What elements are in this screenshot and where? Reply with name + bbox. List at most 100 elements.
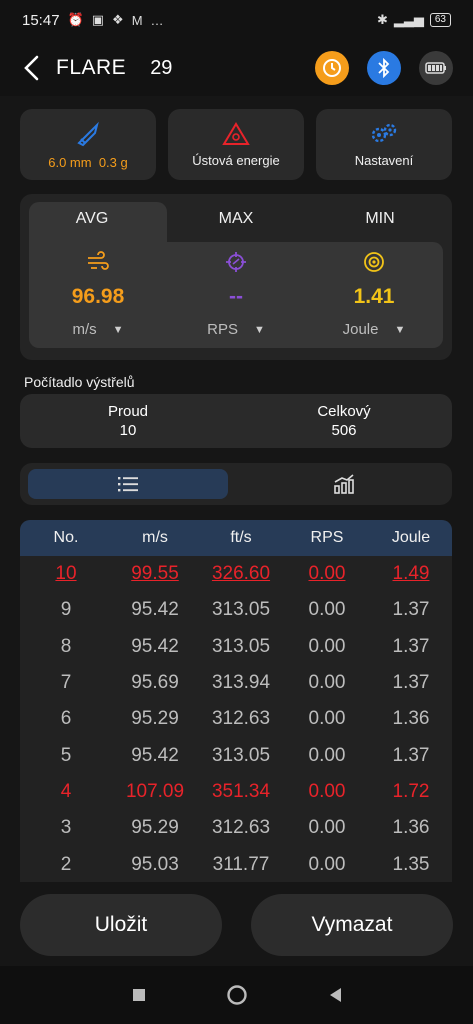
shot-count: 29 — [150, 56, 173, 79]
alarm-icon: ⏰ — [67, 12, 84, 27]
table-row[interactable]: 7 95.69 313.94 0.00 1.37 — [20, 665, 452, 701]
signal-icon: ▂▃▅ — [393, 12, 424, 27]
table-header: No. m/s ft/s RPS Joule — [20, 520, 452, 556]
clear-button[interactable]: Vymazat — [251, 894, 453, 956]
counter-total: Celkový 506 — [236, 394, 452, 448]
energy-tile[interactable]: Ústová energie — [168, 109, 304, 180]
rps-stat: -- RPS ▼ — [167, 242, 305, 348]
gears-icon — [371, 123, 397, 143]
table-row[interactable]: 6 95.29 312.63 0.00 1.36 — [20, 701, 452, 737]
save-button[interactable]: Uložit — [20, 894, 222, 956]
table-cell-rps: 0.00 — [308, 599, 346, 621]
table-row[interactable]: 9 95.42 313.05 0.00 1.37 — [20, 592, 452, 628]
energy-stat: 1.41 Joule ▼ — [305, 242, 443, 348]
table-cell-no: 3 — [60, 817, 72, 839]
table-cell-rps: 0.00 — [308, 672, 346, 694]
status-bar: 15:47 ⏰ ▣ ❖ M … ✱ ▂▃▅ 63 — [0, 0, 473, 40]
table-cell-no: 2 — [60, 853, 72, 875]
table-cell-fts: 311.77 — [212, 853, 270, 875]
list-view-button[interactable] — [28, 469, 228, 499]
table-cell-rps: 0.00 — [308, 780, 346, 802]
chevron-down-icon: ▼ — [112, 323, 124, 336]
energy-label: Ústová energie — [192, 153, 280, 168]
stats-values: 96.98 m/s ▼ -- RPS ▼ 1.41 Joule ▼ — [29, 242, 443, 348]
tab-min[interactable]: MIN — [308, 194, 452, 244]
back-nav-icon[interactable] — [328, 987, 342, 1003]
table-cell-fts: 313.05 — [211, 744, 271, 766]
table-cell-no: 10 — [55, 563, 77, 585]
table-cell-rps: 0.00 — [308, 817, 346, 839]
dropbox-icon: ❖ — [112, 12, 124, 27]
speed-stat: 96.98 m/s ▼ — [29, 242, 167, 348]
table-cell-joule: 1.36 — [392, 708, 430, 730]
timer-button[interactable] — [315, 51, 349, 85]
table-cell-ms: 95.29 — [131, 708, 179, 730]
list-icon — [118, 477, 138, 492]
table-cell-no: 5 — [60, 744, 72, 766]
table-cell-fts: 312.63 — [211, 817, 271, 839]
table-cell-rps: 0.00 — [308, 635, 346, 657]
more-notifications-icon: … — [150, 12, 164, 28]
table-cell-joule: 1.37 — [392, 672, 430, 694]
device-title: FLARE — [56, 56, 127, 79]
table-cell-joule: 1.36 — [392, 817, 430, 839]
timer-icon — [323, 59, 341, 77]
device-battery-button[interactable] — [419, 51, 453, 85]
speed-value: 96.98 — [71, 285, 125, 308]
status-time: 15:47 — [22, 11, 60, 29]
counter-title: Počítadlo výstřelů — [24, 374, 135, 390]
table-cell-no: 7 — [60, 672, 72, 694]
target-icon — [226, 252, 246, 272]
table-row[interactable]: 2 95.03 311.77 0.00 1.35 — [20, 846, 452, 882]
settings-label: Nastavení — [354, 153, 414, 168]
bullet-icon — [77, 121, 99, 147]
table-row[interactable]: 5 95.42 313.05 0.00 1.37 — [20, 737, 452, 773]
speed-unit-select[interactable]: m/s ▼ — [72, 321, 123, 338]
warning-triangle-icon — [222, 122, 250, 145]
table-body: 10 99.55 326.60 0.00 1.49 9 95.42 313.05 0.00 1.3… — [20, 556, 452, 882]
energy-icon — [364, 252, 384, 272]
table-row[interactable]: 3 95.29 312.63 0.00 1.36 — [20, 810, 452, 846]
wind-speed-icon — [88, 251, 109, 270]
table-cell-ms: 95.03 — [131, 853, 179, 875]
tab-max[interactable]: MAX — [164, 194, 308, 244]
home-icon[interactable] — [226, 984, 248, 1006]
table-row[interactable]: 4 107.09 351.34 0.00 1.72 — [20, 774, 452, 810]
table-cell-rps: 0.00 — [308, 853, 346, 875]
table-cell-ms: 95.42 — [131, 599, 179, 621]
table-cell-ms: 95.42 — [131, 635, 179, 657]
table-row[interactable]: 8 95.42 313.05 0.00 1.37 — [20, 629, 452, 665]
table-cell-fts: 326.60 — [211, 563, 271, 585]
recents-icon[interactable] — [132, 988, 146, 1002]
mail-icon: M — [131, 12, 143, 28]
table-cell-ms: 95.29 — [131, 817, 179, 839]
tab-avg[interactable]: AVG — [20, 194, 164, 244]
table-row[interactable]: 10 99.55 326.60 0.00 1.49 — [20, 556, 452, 592]
table-cell-no: 9 — [60, 599, 72, 621]
table-cell-joule: 1.35 — [392, 853, 430, 875]
table-cell-no: 6 — [60, 708, 72, 730]
table-cell-rps: 0.00 — [308, 708, 346, 730]
chart-view-button[interactable] — [244, 469, 444, 499]
table-cell-joule: 1.37 — [392, 599, 430, 621]
rps-value: -- — [229, 285, 243, 308]
table-cell-joule: 1.37 — [392, 744, 430, 766]
table-cell-joule: 1.37 — [392, 635, 430, 657]
column-header-rps: RPS — [310, 529, 344, 546]
view-toggle — [20, 463, 452, 505]
shots-table: No. m/s ft/s RPS Joule 10 99.55 326.60 0.00… — [20, 520, 452, 882]
rps-unit-select[interactable]: RPS ▼ — [207, 321, 265, 338]
table-cell-fts: 313.94 — [211, 672, 271, 694]
system-nav-bar — [0, 966, 473, 1024]
ammo-tile[interactable]: 6.0 mm 0.3 g — [20, 109, 156, 180]
energy-unit-select[interactable]: Joule ▼ — [343, 321, 406, 338]
settings-tile[interactable]: Nastavení — [316, 109, 452, 180]
stats-panel: AVG MAX MIN 96.98 m/s ▼ -- RPS ▼ 1.41 Joul… — [20, 194, 452, 360]
shot-counter: Proud 10 Celkový 506 — [20, 394, 452, 448]
column-header-no: No. — [53, 529, 79, 546]
table-cell-rps: 0.00 — [308, 744, 346, 766]
back-arrow-icon[interactable] — [22, 53, 46, 83]
bluetooth-button[interactable] — [367, 51, 401, 85]
table-cell-ms: 95.42 — [131, 744, 179, 766]
bluetooth-icon — [378, 58, 390, 78]
